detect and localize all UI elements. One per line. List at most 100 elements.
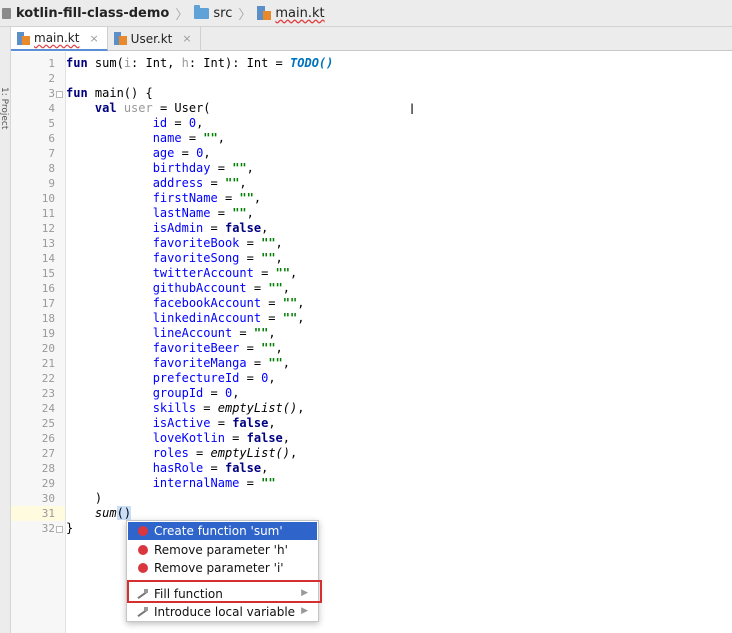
line-number: 9 xyxy=(48,177,55,190)
line-number: 3 xyxy=(48,87,55,100)
code-line-25: isActive = false, xyxy=(152,416,276,430)
line-number: 23 xyxy=(41,387,55,400)
kotlin-class-icon xyxy=(113,32,127,45)
code-line-32: } xyxy=(66,521,74,535)
mouse-text-cursor-icon: I xyxy=(410,102,415,118)
code-line-23: groupId = 0, xyxy=(152,386,240,400)
line-number: 4 xyxy=(48,102,55,115)
code-line-11: lastName = "", xyxy=(152,206,254,220)
menu-item-remove-parameter-h[interactable]: Remove parameter 'h' xyxy=(128,541,317,559)
breadcrumb-folder[interactable]: src xyxy=(190,0,236,27)
tab-label: main.kt xyxy=(34,31,80,45)
code-line-30: ) xyxy=(66,491,103,505)
tab-main-kt[interactable]: main.kt × xyxy=(11,27,108,51)
code-line-15: twitterAccount = "", xyxy=(152,266,298,280)
line-number: 30 xyxy=(41,492,55,505)
line-number: 10 xyxy=(41,192,55,205)
code-line-5: id = 0, xyxy=(152,116,204,130)
line-number: 26 xyxy=(41,432,55,445)
code-line-6: name = "", xyxy=(152,131,225,145)
breadcrumb-project[interactable]: kotlin-fill-class-demo xyxy=(0,0,173,27)
line-number: 20 xyxy=(41,342,55,355)
intention-wand-icon xyxy=(137,607,149,617)
project-name: kotlin-fill-class-demo xyxy=(16,5,170,21)
folder-icon xyxy=(194,4,210,19)
code-line-18: linkedinAccount = "", xyxy=(152,311,305,325)
project-icon xyxy=(2,7,11,19)
code-line-13: favoriteBook = "", xyxy=(152,236,283,250)
code-line-24: skills = emptyList(), xyxy=(152,401,305,415)
line-number: 19 xyxy=(41,327,55,340)
close-icon[interactable]: × xyxy=(89,32,98,45)
project-tool-button[interactable]: 1: Project xyxy=(0,87,9,129)
error-bulb-icon xyxy=(138,526,148,536)
folder-name: src xyxy=(213,5,233,21)
line-number: 11 xyxy=(41,207,55,220)
code-line-7: age = 0, xyxy=(152,146,211,160)
line-number: 28 xyxy=(41,462,55,475)
line-number: 31 xyxy=(41,507,55,520)
close-icon[interactable]: × xyxy=(182,32,191,45)
code-line-10: firstName = "", xyxy=(152,191,262,205)
line-number: 24 xyxy=(41,402,55,415)
line-number: 14 xyxy=(41,252,55,265)
line-number: 5 xyxy=(48,117,55,130)
menu-item-introduce-local-variable[interactable]: Introduce local variable ▶ xyxy=(128,603,317,621)
error-bulb-icon xyxy=(138,545,148,555)
menu-item-create-function[interactable]: Create function 'sum' xyxy=(128,522,317,540)
intention-actions-popup: Create function 'sum' Remove parameter '… xyxy=(126,520,319,622)
menu-item-label: Create function 'sum' xyxy=(154,524,283,538)
line-number: 25 xyxy=(41,417,55,430)
menu-item-label: Remove parameter 'h' xyxy=(154,543,288,557)
code-line-14: favoriteSong = "", xyxy=(152,251,283,265)
line-number: 2 xyxy=(48,72,55,85)
line-number: 15 xyxy=(41,267,55,280)
line-number: 16 xyxy=(41,282,55,295)
breadcrumb-file[interactable]: main.kt xyxy=(253,0,328,27)
line-number: 13 xyxy=(41,237,55,250)
fold-icon[interactable] xyxy=(56,526,63,533)
fill-function-highlight-box xyxy=(127,580,322,603)
tool-window-strip: 1: Project xyxy=(0,27,11,633)
menu-item-label: Remove parameter 'i' xyxy=(154,561,284,575)
line-number: 7 xyxy=(48,147,55,160)
code-line-8: birthday = "", xyxy=(152,161,254,175)
code-line-3: fun main() { xyxy=(66,86,153,100)
code-line-12: isAdmin = false, xyxy=(152,221,269,235)
code-line-26: loveKotlin = false, xyxy=(152,431,290,445)
breadcrumb-separator-icon: 〉 xyxy=(175,7,189,23)
code-line-4: val user = User( xyxy=(94,101,211,115)
line-number: 6 xyxy=(48,132,55,145)
editor-tab-bar: main.kt × User.kt × xyxy=(11,27,732,51)
line-number: 21 xyxy=(41,357,55,370)
code-line-27: roles = emptyList(), xyxy=(152,446,298,460)
line-number: 29 xyxy=(41,477,55,490)
line-number: 32 xyxy=(41,522,55,535)
code-line-20: favoriteBeer = "", xyxy=(152,341,283,355)
tab-user-kt[interactable]: User.kt × xyxy=(108,27,201,50)
code-line-21: favoriteManga = "", xyxy=(152,356,290,370)
line-number: 17 xyxy=(41,297,55,310)
code-line-28: hasRole = false, xyxy=(152,461,269,475)
line-number: 22 xyxy=(41,372,55,385)
code-line-16: githubAccount = "", xyxy=(152,281,290,295)
navigation-bar: kotlin-fill-class-demo 〉 src 〉 main.kt xyxy=(0,0,732,27)
code-line-29: internalName = "" xyxy=(152,476,276,490)
tab-label: User.kt xyxy=(130,31,173,46)
file-name: main.kt xyxy=(275,5,325,21)
menu-item-remove-parameter-i[interactable]: Remove parameter 'i' xyxy=(128,559,317,577)
submenu-arrow-icon: ▶ xyxy=(301,606,308,616)
fold-icon[interactable] xyxy=(56,91,63,98)
kotlin-file-icon xyxy=(257,6,272,20)
kotlin-file-icon xyxy=(17,31,30,45)
line-number: 18 xyxy=(41,312,55,325)
breadcrumb-separator-icon: 〉 xyxy=(238,7,252,23)
line-number: 1 xyxy=(48,57,55,70)
code-line-1: fun sum(i: Int, h: Int): Int = TODO() xyxy=(66,56,334,70)
code-line-9: address = "", xyxy=(152,176,247,190)
line-number: 12 xyxy=(41,222,55,235)
code-line-17: facebookAccount = "", xyxy=(152,296,305,310)
line-number: 27 xyxy=(41,447,55,460)
menu-item-label: Introduce local variable xyxy=(154,605,296,619)
code-line-22: prefectureId = 0, xyxy=(152,371,276,385)
